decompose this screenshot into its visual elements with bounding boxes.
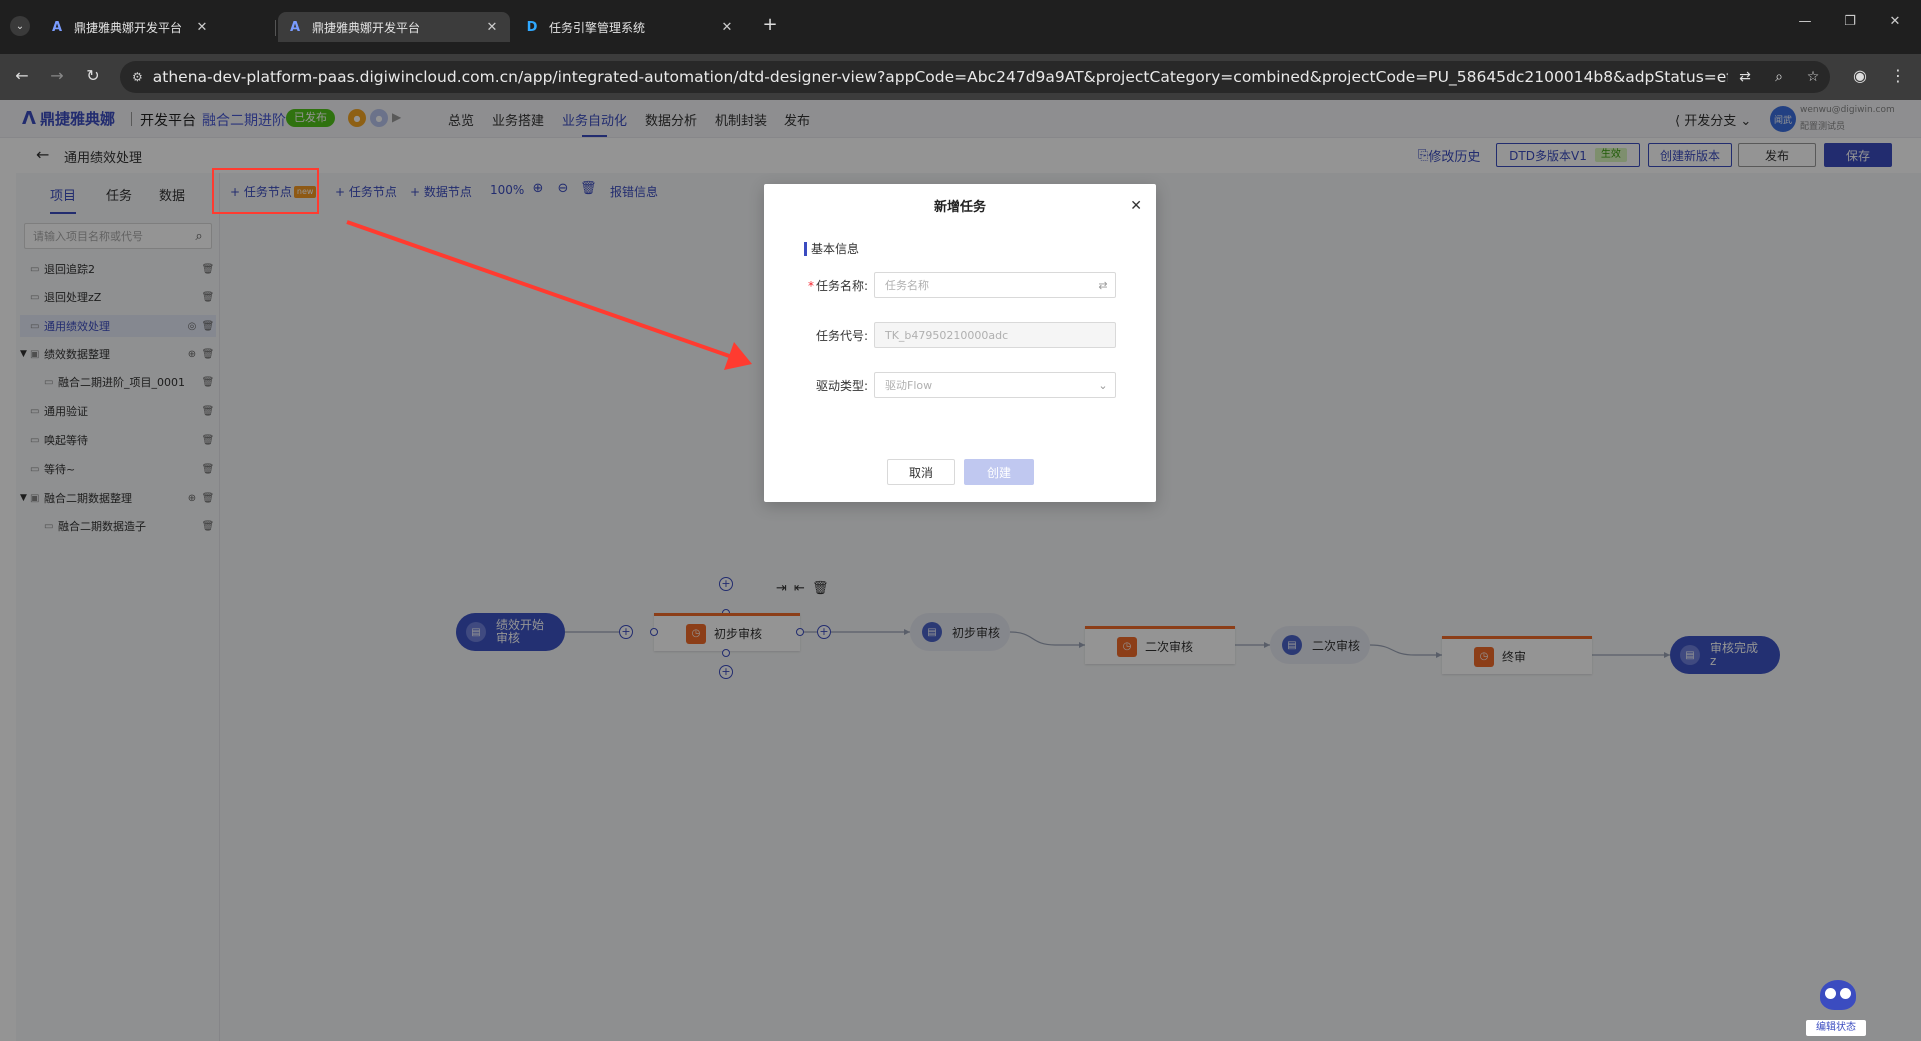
reload-icon[interactable]: ↻ [83, 66, 103, 85]
close-icon[interactable]: ✕ [719, 20, 735, 35]
translate-icon[interactable]: ⇄ [1728, 69, 1762, 85]
engine-favicon-icon: D [526, 19, 538, 35]
profile-icon[interactable]: ◉ [1848, 66, 1872, 85]
url-omnibox[interactable]: ⚙ athena-dev-platform-paas.digiwincloud.… [120, 61, 1830, 93]
drive-type-select[interactable]: 驱动Flow ⌄ [874, 372, 1116, 398]
tab-title: 鼎捷雅典娜开发平台 [312, 20, 421, 35]
annotation-highlight-box [212, 168, 319, 214]
task-code-row: 任务代号: TK_b47950210000adc [794, 322, 1134, 348]
assistant-mascot[interactable]: 编辑状态 [1806, 978, 1866, 1040]
address-bar: ← → ↻ ⚙ athena-dev-platform-paas.digiwin… [0, 54, 1921, 100]
translate-icon[interactable]: ⇄ [1091, 279, 1115, 292]
tab-separator [275, 20, 276, 36]
task-name-input[interactable] [885, 278, 1091, 292]
close-icon[interactable]: ✕ [194, 20, 210, 35]
tab-title: 任务引擎管理系统 [549, 20, 646, 35]
window-close-icon[interactable]: ✕ [1885, 14, 1905, 29]
task-name-row: *任务名称: ⇄ [794, 272, 1134, 298]
drive-type-label: 驱动类型: [815, 378, 868, 393]
athena-favicon-icon: A [51, 19, 63, 35]
create-button[interactable]: 创建 [964, 459, 1034, 485]
bookmark-star-icon[interactable]: ☆ [1796, 69, 1830, 85]
site-info-icon[interactable]: ⚙ [132, 70, 143, 84]
close-icon[interactable]: ✕ [1130, 198, 1142, 214]
new-tab-button[interactable]: + [760, 14, 780, 35]
task-name-label: * 任务名称: [807, 278, 868, 293]
forward-icon[interactable]: → [47, 66, 67, 85]
back-icon[interactable]: ← [12, 66, 32, 85]
section-basic-info: 基本信息 [804, 240, 859, 257]
task-code-label: 任务代号: [815, 328, 868, 343]
new-task-dialog: 新增任务 ✕ 基本信息 *任务名称: ⇄ 任务代号: TK_b479502100… [764, 184, 1156, 502]
browser-tab-bar: ⌄ A 鼎捷雅典娜开发平台 ✕ A 鼎捷雅典娜开发平台 ✕ D 任务引擎管理系统… [0, 0, 1921, 54]
cancel-button[interactable]: 取消 [887, 459, 955, 485]
owl-icon [1820, 980, 1856, 1010]
drive-type-value: 驱动Flow [885, 379, 933, 392]
tab-title: 鼎捷雅典娜开发平台 [74, 20, 183, 35]
restore-icon[interactable]: ❐ [1840, 14, 1860, 29]
browser-tab-1[interactable]: A 鼎捷雅典娜开发平台 ✕ [40, 12, 220, 42]
tab-search-button[interactable]: ⌄ [10, 16, 30, 36]
chevron-down-icon: ⌄ [1098, 378, 1108, 392]
minimize-icon[interactable]: — [1795, 14, 1815, 29]
edit-status-label: 编辑状态 [1806, 1020, 1866, 1036]
drive-type-row: 驱动类型: 驱动Flow ⌄ [794, 372, 1134, 398]
browser-tab-2[interactable]: A 鼎捷雅典娜开发平台 ✕ [278, 12, 510, 42]
zoom-icon[interactable]: ⌕ [1762, 69, 1796, 85]
task-code-value: TK_b47950210000adc [885, 328, 1009, 342]
task-code-field: TK_b47950210000adc [874, 322, 1116, 348]
close-icon[interactable]: ✕ [484, 20, 500, 35]
browser-menu-icon[interactable]: ⋮ [1886, 66, 1910, 85]
athena-favicon-icon: A [289, 19, 301, 35]
browser-tab-3[interactable]: D 任务引擎管理系统 ✕ [515, 12, 745, 42]
dialog-title: 新增任务 [933, 200, 986, 215]
task-name-field: ⇄ [874, 272, 1116, 298]
url-text[interactable]: athena-dev-platform-paas.digiwincloud.co… [153, 68, 1728, 86]
